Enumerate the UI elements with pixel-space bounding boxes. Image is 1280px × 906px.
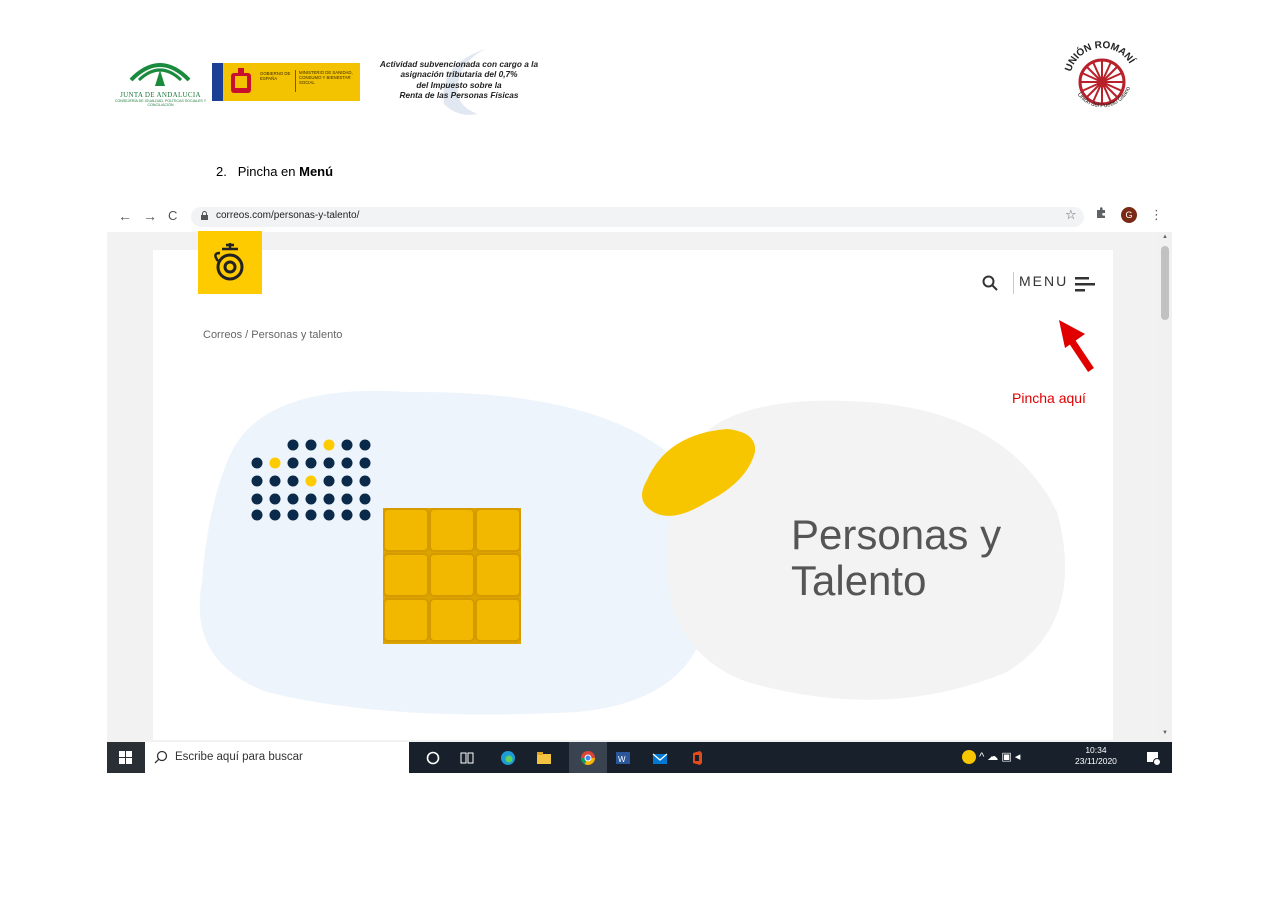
notifications-icon[interactable] [1145, 750, 1161, 766]
gob-divider [295, 70, 296, 92]
cortana-icon[interactable] [425, 750, 441, 766]
windows-taskbar: Escribe aquí para buscar W ^ ☁ ▣ ◂ 10:34… [107, 742, 1172, 773]
chevron-up-icon[interactable]: ^ [979, 751, 984, 763]
pattern-dot [251, 475, 263, 487]
step-text: Pincha en [237, 164, 300, 179]
pattern-dot [305, 439, 317, 451]
pattern-dot [305, 475, 317, 487]
svg-text:W: W [618, 755, 626, 764]
junta-consejeria: CONSEJERÍA DE IGUALDAD, POLÍTICAS SOCIAL… [114, 99, 207, 107]
pattern-dot [269, 457, 281, 469]
taskbar-search-placeholder: Escribe aquí para buscar [175, 751, 303, 763]
word-icon[interactable]: W [615, 750, 631, 766]
pattern-dot [251, 509, 263, 521]
pattern-dot [341, 509, 353, 521]
hero-title-line-2: Talento [791, 557, 927, 604]
pincha-aqui-label: Pincha aquí [1012, 390, 1086, 406]
subsidy-line-4: Renta de las Personas Físicas [399, 90, 519, 101]
volume-muted-icon[interactable]: ◂ [1015, 751, 1021, 763]
junta-andalucia-text: JUNTA DE ANDALUCIA CONSEJERÍA DE IGUALDA… [113, 91, 208, 107]
pattern-dot [359, 493, 371, 505]
pattern-dot [341, 439, 353, 451]
onedrive-icon[interactable]: ☁ [987, 751, 998, 763]
pattern-dot [251, 457, 263, 469]
pattern-dot [269, 493, 281, 505]
gobierno-label: GOBIERNO DE ESPAÑA [260, 71, 291, 81]
correos-logo[interactable] [198, 231, 262, 294]
pattern-dot [305, 509, 317, 521]
edge-icon[interactable] [500, 750, 516, 766]
pattern-dot [359, 475, 371, 487]
breadcrumb[interactable]: Correos / Personas y talento [203, 329, 342, 341]
help-icon[interactable] [962, 750, 976, 765]
pattern-dot [359, 439, 371, 451]
pattern-dot [323, 457, 335, 469]
pattern-dot [323, 439, 335, 451]
mail-icon[interactable] [652, 750, 668, 766]
hero-title-line-1: Personas y [791, 511, 1002, 558]
pattern-dot [341, 493, 353, 505]
chrome-icon[interactable] [580, 750, 596, 766]
pattern-dot [359, 509, 371, 521]
subsidy-line-3: del Impuesto sobre la [416, 79, 502, 90]
svg-text:UNIÓN ROMANÍ: UNIÓN ROMANÍ [1063, 40, 1138, 73]
start-button[interactable] [107, 742, 145, 773]
ministerio-label: MINISTERIO DE SANIDAD, CONSUMO Y BIENEST… [299, 70, 353, 85]
pattern-dot [359, 457, 371, 469]
header-divider [1013, 272, 1014, 294]
pattern-dot [341, 475, 353, 487]
yellow-cubes-grid [383, 508, 521, 644]
taskbar-clock[interactable]: 10:34 23/11/2020 [1075, 745, 1117, 767]
pattern-dot [251, 493, 263, 505]
clock-date: 23/11/2020 [1075, 756, 1117, 766]
pattern-dot [269, 475, 281, 487]
search-icon[interactable] [982, 275, 998, 291]
pattern-dot [305, 493, 317, 505]
pattern-dot [323, 509, 335, 521]
pattern-dot [287, 475, 299, 487]
pattern-dot [269, 509, 281, 521]
pattern-dot [287, 439, 299, 451]
step-instruction: 2. Pincha en Menú [216, 164, 333, 179]
subsidy-notice: Actividad subvencionada con cargo a la a… [360, 59, 558, 101]
system-tray[interactable]: ^ ☁ ▣ ◂ [962, 750, 1021, 765]
windows-logo-icon [119, 751, 132, 764]
file-explorer-icon[interactable] [536, 750, 552, 766]
clock-time: 10:34 [1085, 745, 1107, 755]
hero-title: Personas y Talento [791, 512, 1001, 604]
union-romani-title: UNIÓN ROMANÍ [1063, 40, 1138, 73]
pattern-dot [287, 493, 299, 505]
pattern-dot [287, 457, 299, 469]
post-horn-crown-icon [214, 243, 244, 281]
step-bold: Menú [299, 164, 334, 179]
taskbar-search[interactable]: Escribe aquí para buscar [145, 742, 409, 773]
pattern-dot [323, 493, 335, 505]
spain-coat-of-arms-icon [231, 68, 251, 93]
union-romani-logo: UNIÓN ROMANÍ Unión del Pueblo Gitano [1063, 40, 1138, 109]
pattern-dot [287, 509, 299, 521]
gobierno-espana-logo: GOBIERNO DE ESPAÑA MINISTERIO DE SANIDAD… [212, 63, 360, 101]
hamburger-menu-icon[interactable] [1075, 276, 1097, 292]
pattern-dot [323, 475, 335, 487]
menu-button-label[interactable]: MENU [1019, 273, 1068, 289]
red-arrow-annotation-icon [1059, 320, 1094, 372]
office-icon[interactable] [689, 750, 705, 766]
step-number: 2. [216, 164, 227, 179]
pattern-dot [341, 457, 353, 469]
network-icon[interactable]: ▣ [1001, 751, 1011, 763]
subsidy-line-2: asignación tributaria del 0,7% [400, 69, 518, 80]
task-view-icon[interactable] [459, 750, 475, 766]
browser-screenshot: ← → C correos.com/personas-y-talento/ ☆ … [107, 202, 1172, 773]
subsidy-line-1: Actividad subvencionada con cargo a la [379, 59, 539, 69]
search-icon [154, 750, 168, 764]
pattern-dot [305, 457, 317, 469]
junta-name: JUNTA DE ANDALUCIA [120, 91, 201, 99]
eu-flag-strip [212, 63, 223, 101]
